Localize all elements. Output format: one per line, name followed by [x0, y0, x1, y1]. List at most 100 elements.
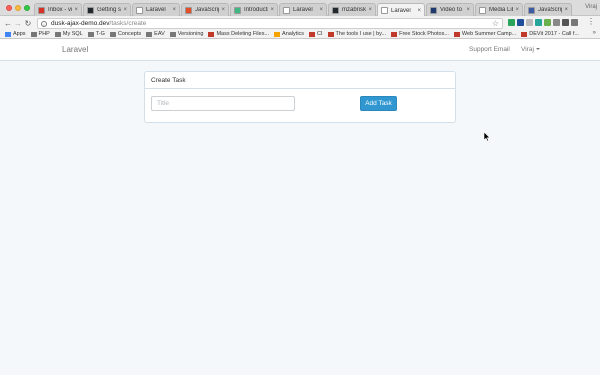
url-host: dusk-ajax-demo.dev — [51, 20, 110, 27]
folder-icon — [87, 31, 94, 37]
bookmark-item[interactable]: DEVit 2017 - Call f... — [521, 31, 579, 37]
page-icon — [208, 31, 215, 37]
bookmark-item[interactable]: Analytics — [274, 31, 304, 37]
bookmark-item[interactable]: My SQL — [54, 31, 83, 37]
bookmark-item[interactable]: PHP — [30, 31, 50, 37]
add-task-button[interactable]: Add Task — [360, 96, 397, 111]
browser-tab[interactable]: JavaScript× — [181, 3, 229, 16]
create-task-panel: Create Task Add Task — [144, 71, 456, 123]
browser-tab[interactable]: Video to an× — [426, 3, 474, 16]
folder-icon — [30, 31, 37, 37]
tab-close-icon[interactable]: × — [368, 7, 372, 13]
tab-favicon-icon — [38, 6, 45, 14]
user-menu-toggle[interactable]: Viraj — [521, 46, 540, 53]
bookmark-label: DEVit 2017 - Call f... — [529, 31, 579, 37]
support-email-link[interactable]: Support Email — [469, 46, 510, 53]
tab-close-icon[interactable]: × — [564, 7, 568, 13]
bookmark-label: Mass Deleting Files... — [216, 31, 270, 37]
url-path: /tasks/create — [109, 20, 147, 27]
bookmark-item[interactable]: Versioning — [169, 31, 204, 37]
extension-icon[interactable] — [526, 19, 533, 26]
tab-label: Laravel — [146, 7, 166, 13]
profile-label[interactable]: Viraj — [585, 4, 597, 10]
bookmark-item[interactable]: Apps — [5, 31, 26, 37]
tab-label: Inbox - vira — [48, 7, 73, 13]
bookmark-item[interactable]: Free Stock Photos... — [391, 31, 449, 37]
title-input[interactable] — [151, 96, 295, 111]
extension-icon[interactable] — [508, 19, 515, 26]
close-window-button[interactable] — [6, 5, 12, 11]
tab-close-icon[interactable]: × — [466, 7, 470, 13]
bookmark-label: Web Summer Camp... — [461, 31, 517, 37]
bookmark-item[interactable]: EAV — [146, 31, 165, 37]
forward-icon[interactable]: → — [13, 19, 23, 28]
browser-tab[interactable]: Laravel × — [279, 3, 327, 16]
tab-close-icon[interactable]: × — [417, 8, 421, 14]
back-icon[interactable]: ← — [3, 19, 13, 28]
more-bookmarks-icon[interactable]: » — [593, 30, 596, 36]
tab-label: Introductio — [244, 7, 268, 13]
tab-label: Laravel — [391, 7, 411, 14]
browser-tab[interactable]: Getting sta× — [83, 3, 131, 16]
user-menu-label: Viraj — [521, 46, 534, 53]
bookmark-label: Versioning — [177, 31, 204, 37]
brand-link[interactable]: Laravel — [62, 45, 88, 54]
caret-down-icon — [535, 48, 540, 51]
panel-heading: Create Task — [145, 72, 455, 89]
tab-favicon-icon — [332, 6, 339, 14]
tab-close-icon[interactable]: × — [515, 7, 519, 13]
tab-close-icon[interactable]: × — [123, 7, 127, 13]
page-icon — [309, 31, 316, 37]
tab-label: JavaScript — [195, 7, 219, 13]
info-icon[interactable]: i — [41, 20, 47, 27]
tab-favicon-icon — [381, 7, 388, 14]
tab-favicon-icon — [87, 6, 94, 14]
bookmark-item[interactable]: The tools I use | by... — [327, 31, 387, 37]
extension-icon[interactable] — [544, 19, 551, 26]
folder-icon — [169, 31, 176, 37]
tab-label: Laravel — [293, 7, 313, 13]
bookmark-label: The tools I use | by... — [335, 31, 387, 37]
tab-close-icon[interactable]: × — [319, 7, 323, 13]
browser-tab[interactable]: mzabriskie× — [328, 3, 376, 16]
tab-favicon-icon — [479, 6, 486, 14]
tab-label: JavaScript — [538, 7, 562, 13]
bookmark-label: CI — [317, 31, 323, 37]
extension-icon[interactable] — [535, 19, 542, 26]
browser-tab[interactable]: JavaScript× — [524, 3, 572, 16]
tab-close-icon[interactable]: × — [172, 7, 176, 13]
extension-icon[interactable] — [562, 19, 569, 26]
bookmark-label: My SQL — [62, 31, 83, 37]
bookmark-item[interactable]: CI — [309, 31, 323, 37]
bookmark-item[interactable]: Concepts — [109, 31, 141, 37]
browser-menu-icon[interactable]: ⋮ — [587, 17, 595, 26]
reload-icon[interactable]: ↻ — [23, 19, 33, 28]
bookmark-star-icon[interactable]: ☆ — [492, 19, 499, 28]
tab-favicon-icon — [136, 6, 143, 14]
apps-icon — [5, 31, 11, 37]
bookmark-label: Analytics — [282, 31, 305, 37]
bookmark-label: EAV — [154, 31, 165, 37]
tab-close-icon[interactable]: × — [74, 7, 78, 13]
browser-tab[interactable]: Media Libr× — [475, 3, 523, 16]
tab-close-icon[interactable]: × — [221, 7, 225, 13]
extension-icon[interactable] — [517, 19, 524, 26]
bookmark-item[interactable]: T-G — [87, 31, 105, 37]
tab-favicon-icon — [430, 6, 437, 14]
browser-tab[interactable]: Introductio× — [230, 3, 278, 16]
browser-tab[interactable]: Inbox - vira× — [34, 3, 82, 16]
tab-favicon-icon — [234, 6, 241, 14]
extension-icon[interactable] — [553, 19, 560, 26]
bookmark-label: PHP — [38, 31, 50, 37]
tab-close-icon[interactable]: × — [270, 7, 274, 13]
minimize-window-button[interactable] — [15, 5, 21, 11]
page-icon — [391, 31, 398, 37]
extension-icon[interactable] — [571, 19, 578, 26]
bookmark-item[interactable]: Mass Deleting Files... — [208, 31, 269, 37]
browser-tab[interactable]: Laravel × — [132, 3, 180, 16]
address-bar[interactable]: i dusk-ajax-demo.dev /tasks/create ☆ — [37, 18, 503, 29]
page-icon — [327, 31, 334, 37]
maximize-window-button[interactable] — [24, 5, 30, 11]
bookmark-item[interactable]: Web Summer Camp... — [453, 31, 517, 37]
browser-tab[interactable]: Laravel × — [377, 3, 425, 17]
